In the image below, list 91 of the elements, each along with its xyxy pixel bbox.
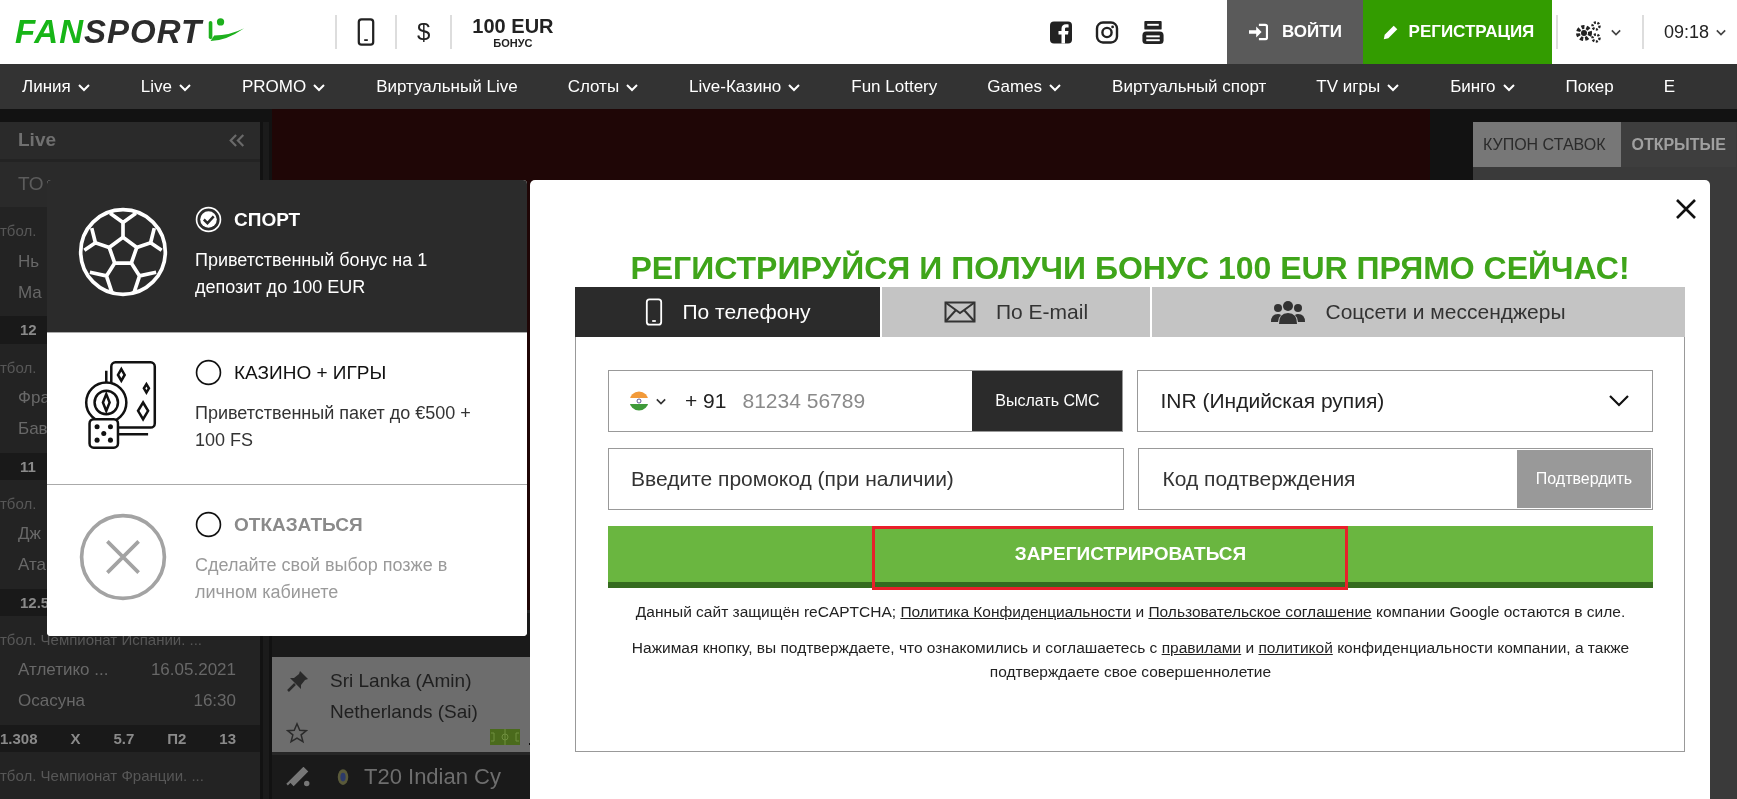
checked-radio-icon[interactable]: [195, 206, 222, 233]
country-select[interactable]: [629, 391, 667, 411]
odds-cell[interactable]: 12: [0, 321, 37, 339]
cross-circle-icon: [77, 511, 169, 603]
chevron-down-icon: [1608, 394, 1630, 408]
currency-symbol[interactable]: $: [417, 18, 431, 46]
collapse-icon[interactable]: [228, 132, 246, 148]
dialog-title: РЕГИСТРИРУЙСЯ И ПОЛУЧИ БОНУС 100 EUR ПРЯМО СЕЙЧАС!: [629, 250, 1631, 287]
nav-item[interactable]: Live: [140, 76, 192, 97]
login-button[interactable]: ВОЙТИ: [1226, 0, 1363, 64]
time-menu[interactable]: 09:18: [1663, 21, 1727, 43]
text-link[interactable]: Политика Конфиденциальности: [900, 603, 1132, 620]
currency-select[interactable]: INR (Индийская рупия): [1137, 370, 1653, 432]
caret-icon: [1715, 27, 1727, 37]
logo-text[interactable]: FANSPORT: [15, 15, 203, 49]
option-title: КАЗИНО + ИГРЫ: [234, 361, 387, 384]
legal-note: Данный сайт защищён reCAPTCHA; Политика Конфиденциальности и Пользовательское соглашение компании Google остаются в силе.: [634, 602, 1627, 622]
nav-item[interactable]: TV игры: [1316, 76, 1401, 97]
method-tab[interactable]: По E-mail: [880, 287, 1150, 337]
text-link[interactable]: политикой: [1258, 639, 1333, 656]
nav-item[interactable]: Слоты: [567, 76, 640, 97]
flag-icon: [629, 391, 649, 411]
team-name: Дж: [18, 524, 41, 545]
pin-icon[interactable]: [286, 669, 310, 693]
instagram-icon[interactable]: [1094, 19, 1119, 45]
event-time: 16:30: [193, 691, 236, 712]
event-time: 16.05.2021: [150, 660, 236, 681]
team-name: Бав: [18, 419, 48, 439]
people-icon: [1271, 300, 1306, 324]
bonus-label: БОНУС: [493, 37, 533, 49]
phone-icon: [644, 297, 663, 327]
odds-cell[interactable]: 1.308: [0, 729, 38, 747]
nav-item[interactable]: Live-Казино: [689, 76, 802, 97]
nav-item[interactable]: Линия: [22, 76, 91, 97]
phone-field[interactable]: + 91 81234 56789 Выслать СМС: [608, 370, 1124, 432]
coupon-tab[interactable]: ОТКРЫТЫЕ: [1621, 122, 1736, 167]
country-code: + 91: [685, 389, 727, 413]
promo-code-input[interactable]: Введите промокод (при наличии): [608, 448, 1124, 510]
odds-cell[interactable]: 11: [0, 457, 36, 475]
nav-item[interactable]: PROMO: [241, 76, 327, 97]
nav-item[interactable]: Fun Lottery: [851, 76, 938, 97]
register-button[interactable]: РЕГИСТРАЦИЯ: [1362, 0, 1552, 64]
option-description: Приветственный пакет до €500 + 100 FS: [195, 402, 472, 452]
settings-icon: [1573, 20, 1604, 44]
nav-item[interactable]: E: [1663, 76, 1676, 97]
send-sms-button[interactable]: Выслать СМС: [972, 371, 1123, 431]
sidebar-title: Live: [18, 129, 57, 152]
odds-cell[interactable]: П2: [147, 729, 187, 747]
league-title: T20 Indian Cy: [364, 764, 501, 790]
star-icon[interactable]: [286, 722, 308, 744]
team-name: Осасуна: [18, 691, 86, 712]
nav-item[interactable]: Games: [987, 76, 1063, 97]
option-title: ОТКАЗАТЬСЯ: [234, 513, 363, 536]
ball-icon: [77, 206, 169, 298]
team-name: Ата: [18, 555, 46, 576]
envelope-icon: [943, 301, 976, 323]
close-icon[interactable]: [1674, 197, 1698, 221]
bonus-amount: 100 EUR: [472, 15, 554, 36]
option-description: Сделайте свой выбор позже в личном кабинете: [195, 554, 449, 604]
team-name: Netherlands (Sai): [330, 700, 479, 724]
phone-icon[interactable]: [357, 17, 375, 47]
legal-note: Нажимая кнопку, вы подтверждаете, что ознакомились и соглашаетесь с правилами и политикой конфиденциальности компании, а также подтверждаете свое совершеннолетие: [630, 638, 1631, 682]
odds-cell[interactable]: 13: [199, 729, 236, 747]
odds-cell[interactable]: 5.7: [93, 729, 135, 747]
bonus-option[interactable]: СПОРТ Приветственный бонус на 1 депозит до 100 EUR: [47, 180, 527, 332]
nav-item[interactable]: Бинго: [1450, 76, 1516, 97]
team-name: Sri Lanka (Amin): [330, 669, 473, 693]
radio-icon[interactable]: [195, 359, 222, 386]
field-icon[interactable]: [490, 729, 520, 745]
nav-item[interactable]: Виртуальный Live: [376, 76, 518, 97]
text-link[interactable]: Пользовательское соглашение: [1148, 603, 1372, 620]
text-link[interactable]: правилами: [1161, 639, 1242, 656]
caret-icon: [655, 396, 667, 406]
caret-icon: [1609, 27, 1622, 37]
team-name: Нь: [18, 251, 40, 272]
nav-item[interactable]: Покер: [1565, 76, 1614, 97]
method-tab[interactable]: По телефону: [575, 287, 880, 337]
odds-cell[interactable]: X: [50, 729, 81, 747]
option-description: Приветственный бонус на 1 депозит до 100 EUR: [195, 249, 429, 299]
login-icon: [1248, 23, 1268, 41]
nav-item[interactable]: Виртуальный спорт: [1112, 76, 1267, 97]
video-channel-icon[interactable]: [1140, 19, 1165, 45]
radio-icon[interactable]: [195, 511, 222, 538]
settings-menu[interactable]: [1573, 20, 1622, 44]
team-name: Атлетико ...: [18, 660, 109, 681]
flag-icon: [336, 767, 350, 787]
cricket-bat-icon: [286, 767, 310, 787]
method-tab[interactable]: Соцсети и мессенджеры: [1150, 287, 1685, 337]
facebook-icon[interactable]: [1048, 19, 1073, 45]
team-name: Ма: [18, 282, 42, 303]
option-title: СПОРТ: [234, 208, 301, 231]
